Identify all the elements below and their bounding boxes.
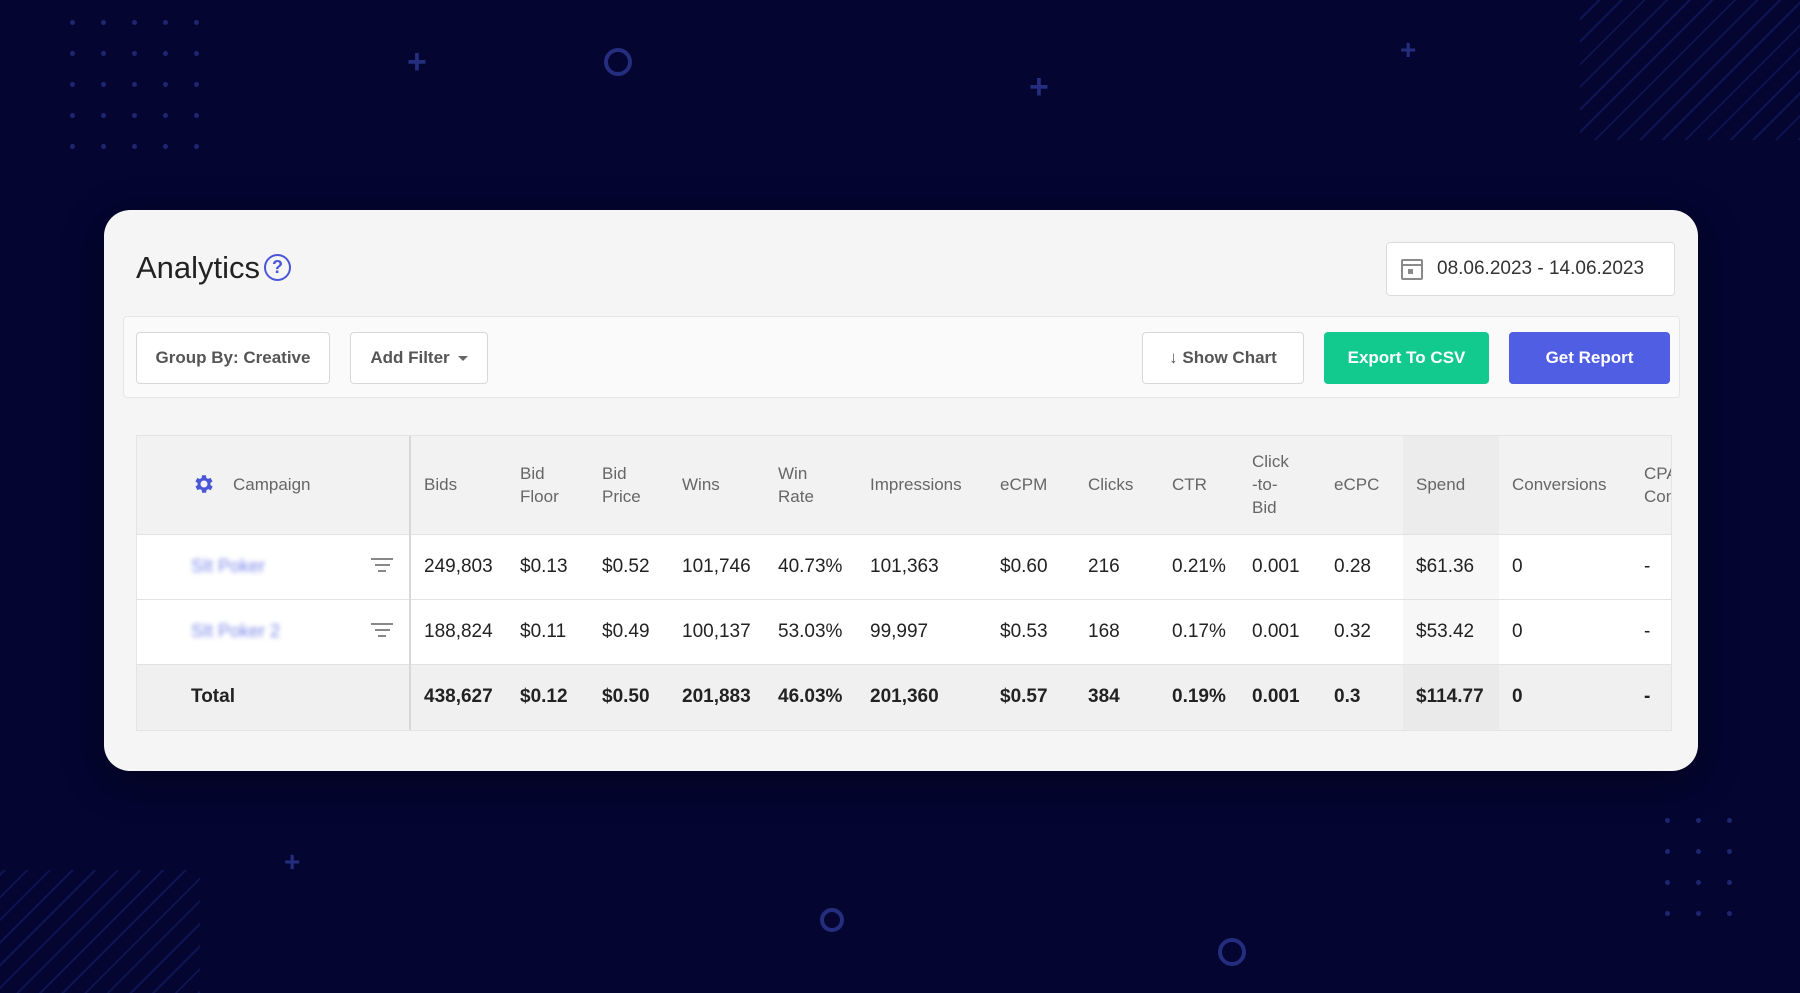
cell-wins: 100,137: [669, 598, 765, 664]
cell-cpa: -: [1631, 598, 1671, 664]
total-ecpc: 0.3: [1321, 663, 1403, 730]
total-wins: 201,883: [669, 663, 765, 730]
add-filter-label: Add Filter: [370, 348, 450, 367]
analytics-card: Analytics ? 08.06.2023 - 14.06.2023 Grou…: [104, 210, 1698, 771]
table-row: SIt Poker 2 188,824 $0.11 $0.49 100,137 …: [137, 598, 1671, 664]
gear-icon[interactable]: [192, 472, 216, 496]
cell-spend: $53.42: [1403, 598, 1499, 664]
total-bids: 438,627: [410, 663, 507, 730]
cell-clicks: 216: [1075, 533, 1159, 599]
column-header-campaign[interactable]: Campaign: [137, 436, 411, 534]
total-row: Total 438,627 $0.12 $0.50 201,883 46.03%…: [137, 663, 1671, 730]
filter-icon[interactable]: [371, 557, 393, 574]
cell-bid-price: $0.49: [589, 598, 669, 664]
cell-bid-floor: $0.11: [507, 598, 589, 664]
plus-decoration-icon: +: [284, 846, 301, 877]
campaign-link[interactable]: SIt Poker 2: [191, 621, 280, 641]
cell-click-to-bid: 0.001: [1239, 533, 1321, 599]
column-header-bids[interactable]: Bids: [410, 436, 507, 534]
total-clicks: 384: [1075, 663, 1159, 730]
cell-click-to-bid: 0.001: [1239, 598, 1321, 664]
total-win-rate: 46.03%: [765, 663, 857, 730]
total-bid-floor: $0.12: [507, 663, 589, 730]
cell-clicks: 168: [1075, 598, 1159, 664]
column-header-label: Campaign: [233, 475, 311, 495]
campaign-cell[interactable]: SIt Poker 2: [137, 598, 411, 664]
campaign-cell[interactable]: SIt Poker: [137, 533, 411, 599]
hatch-decoration: [0, 870, 200, 993]
table-header-row: Campaign Bids Bid Floor Bid Price Wins W…: [137, 436, 1671, 534]
column-header-click-to-bid[interactable]: Click-to-Bid: [1239, 436, 1321, 534]
cell-bid-price: $0.52: [589, 533, 669, 599]
cell-impressions: 101,363: [857, 533, 987, 599]
page-title: Analytics: [136, 250, 261, 285]
cell-ecpc: 0.28: [1321, 533, 1403, 599]
plus-decoration-icon: +: [1400, 34, 1417, 65]
cell-ctr: 0.17%: [1159, 598, 1239, 664]
column-header-cpa-con[interactable]: CPA Con: [1631, 436, 1671, 534]
cell-conversions: 0: [1499, 533, 1631, 599]
total-cpa: -: [1631, 663, 1671, 730]
total-impressions: 201,360: [857, 663, 987, 730]
ring-decoration-icon: [604, 48, 632, 76]
cell-win-rate: 53.03%: [765, 598, 857, 664]
cell-conversions: 0: [1499, 598, 1631, 664]
column-header-ecpm[interactable]: eCPM: [987, 436, 1075, 534]
export-csv-button[interactable]: Export To CSV: [1324, 332, 1489, 384]
cell-ecpc: 0.32: [1321, 598, 1403, 664]
column-header-ecpc[interactable]: eCPC: [1321, 436, 1403, 534]
show-chart-button[interactable]: ↓ Show Chart: [1142, 332, 1304, 384]
cell-win-rate: 40.73%: [765, 533, 857, 599]
date-range-text: 08.06.2023 - 14.06.2023: [1437, 258, 1645, 279]
hatch-decoration: [1580, 0, 1800, 140]
column-header-bid-floor[interactable]: Bid Floor: [507, 436, 589, 534]
total-ctr: 0.19%: [1159, 663, 1239, 730]
help-icon[interactable]: ?: [264, 254, 291, 281]
column-header-bid-price[interactable]: Bid Price: [589, 436, 669, 534]
cell-bids: 188,824: [410, 598, 507, 664]
analytics-table: Campaign Bids Bid Floor Bid Price Wins W…: [136, 435, 1672, 731]
total-click-to-bid: 0.001: [1239, 663, 1321, 730]
add-filter-button[interactable]: Add Filter: [350, 332, 488, 384]
total-ecpm: $0.57: [987, 663, 1075, 730]
total-bid-price: $0.50: [589, 663, 669, 730]
date-range-picker[interactable]: 08.06.2023 - 14.06.2023: [1386, 242, 1675, 296]
cell-cpa: -: [1631, 533, 1671, 599]
cell-spend: $61.36: [1403, 533, 1499, 599]
total-spend: $114.77: [1403, 663, 1499, 730]
cell-bids: 249,803: [410, 533, 507, 599]
calendar-icon: [1401, 258, 1423, 280]
column-header-ctr[interactable]: CTR: [1159, 436, 1239, 534]
table-row: SIt Poker 249,803 $0.13 $0.52 101,746 40…: [137, 533, 1671, 599]
plus-decoration-icon: +: [407, 43, 427, 81]
total-label: Total: [137, 663, 411, 730]
campaign-link[interactable]: SIt Poker: [191, 556, 265, 576]
filter-icon[interactable]: [371, 622, 393, 639]
cell-ecpm: $0.60: [987, 533, 1075, 599]
cell-impressions: 99,997: [857, 598, 987, 664]
ring-decoration-icon: [820, 908, 844, 932]
column-header-clicks[interactable]: Clicks: [1075, 436, 1159, 534]
group-by-button[interactable]: Group By: Creative: [136, 332, 330, 384]
get-report-button[interactable]: Get Report: [1509, 332, 1670, 384]
cell-bid-floor: $0.13: [507, 533, 589, 599]
caret-down-icon: [457, 355, 468, 361]
total-conversions: 0: [1499, 663, 1631, 730]
toolbar: Group By: Creative Add Filter ↓ Show Cha…: [123, 316, 1680, 398]
ring-decoration-icon: [1218, 938, 1246, 966]
cell-ecpm: $0.53: [987, 598, 1075, 664]
column-header-spend[interactable]: Spend: [1403, 436, 1499, 534]
column-header-win-rate[interactable]: Win Rate: [765, 436, 857, 534]
column-header-wins[interactable]: Wins: [669, 436, 765, 534]
column-header-conversions[interactable]: Conversions: [1499, 436, 1631, 534]
column-header-impressions[interactable]: Impressions: [857, 436, 987, 534]
cell-wins: 101,746: [669, 533, 765, 599]
background-dots: [1665, 818, 1732, 916]
cell-ctr: 0.21%: [1159, 533, 1239, 599]
background-dots: [70, 20, 199, 149]
plus-decoration-icon: +: [1029, 68, 1049, 106]
